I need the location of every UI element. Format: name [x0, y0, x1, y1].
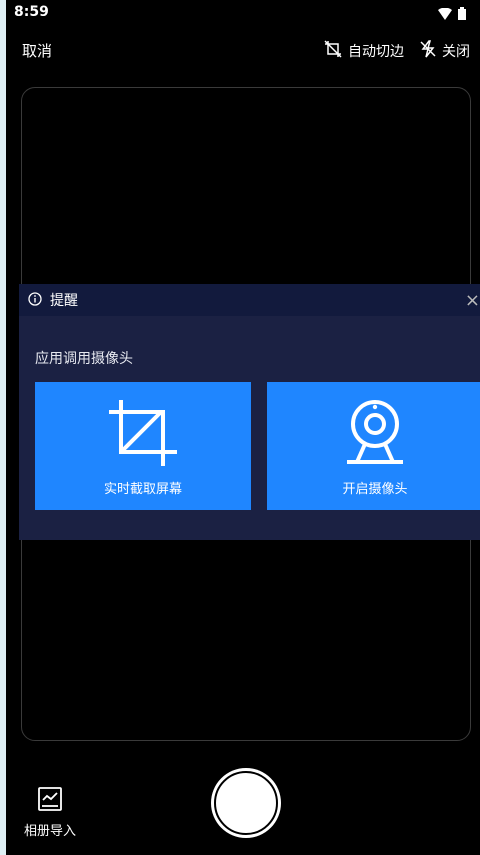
webcam-icon: [339, 396, 411, 468]
auto-crop-toggle[interactable]: 自动切边: [324, 40, 404, 62]
close-icon[interactable]: ×: [465, 290, 480, 311]
open-camera-label: 开启摄像头: [342, 482, 408, 497]
flash-label: 关闭: [442, 44, 470, 60]
flash-toggle[interactable]: 关闭: [420, 40, 470, 62]
gallery-icon: [37, 787, 63, 816]
status-bar: 8:59: [6, 0, 480, 24]
top-bar: 取消 自动切边 关闭: [6, 36, 480, 62]
auto-crop-icon: [324, 40, 342, 62]
flash-off-icon: [420, 40, 436, 62]
screen-capture-label: 实时截取屏幕: [103, 482, 182, 497]
shutter-inner-ring: [214, 771, 278, 835]
shutter-button[interactable]: [211, 768, 281, 838]
dialog-title: 提醒: [50, 293, 78, 309]
album-import-button[interactable]: 相册导入: [20, 786, 80, 839]
wifi-icon: [438, 5, 452, 24]
dialog-header: 提醒 ×: [19, 284, 480, 316]
dialog-message: 应用调用摄像头: [35, 351, 133, 367]
status-icons: [438, 5, 466, 24]
cancel-button[interactable]: 取消: [22, 40, 52, 61]
crop-icon: [107, 396, 179, 468]
left-edge-strip: [0, 0, 6, 855]
status-time: 8:59: [14, 4, 49, 20]
album-import-label: 相册导入: [23, 824, 76, 839]
screen-capture-button[interactable]: 实时截取屏幕: [35, 382, 251, 510]
open-camera-button[interactable]: 开启摄像头: [267, 382, 480, 510]
auto-crop-label: 自动切边: [348, 44, 404, 60]
reminder-dialog: 提醒 × 应用调用摄像头 实时截取屏幕 开启摄像头: [19, 284, 480, 540]
info-icon: [28, 291, 42, 310]
battery-icon: [458, 5, 466, 24]
